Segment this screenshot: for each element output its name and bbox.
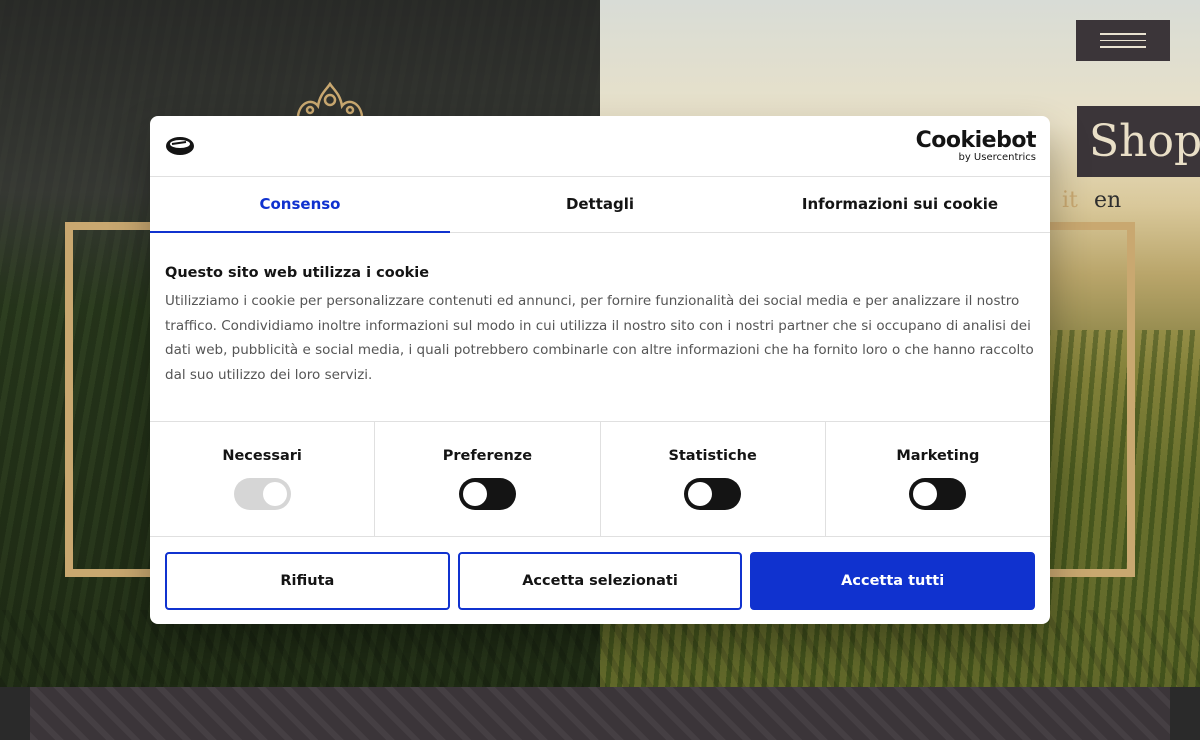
hamburger-menu-button[interactable]	[1076, 20, 1170, 61]
toggle-statistiche[interactable]	[684, 478, 742, 510]
category-necessari: Necessari	[150, 422, 376, 536]
tab-consenso[interactable]: Consenso	[150, 177, 450, 233]
dialog-buttons: Rifiuta Accetta selezionati Accetta tutt…	[150, 537, 1050, 610]
dialog-header: Cookiebot by Usercentrics	[150, 116, 1050, 177]
consent-categories: Necessari Preferenze Statistiche Marketi…	[150, 421, 1050, 537]
category-marketing: Marketing	[826, 422, 1050, 536]
accept-selected-button[interactable]: Accetta selezionati	[457, 552, 743, 610]
tab-informazioni[interactable]: Informazioni sui cookie	[750, 177, 1050, 232]
dialog-title: Questo sito web utilizza i cookie	[165, 265, 430, 281]
language-it-link[interactable]: it	[1062, 188, 1078, 213]
dialog-description: Utilizziamo i cookie per personalizzare …	[165, 293, 1034, 383]
bottom-bar	[30, 687, 1170, 740]
site-logo-icon	[166, 137, 194, 155]
hamburger-icon	[1100, 33, 1146, 35]
toggle-necessari	[233, 478, 291, 510]
accept-all-button[interactable]: Accetta tutti	[750, 552, 1036, 610]
cookiebot-logo: Cookiebot by Usercentrics	[915, 128, 1037, 163]
toggle-marketing[interactable]	[909, 478, 967, 510]
category-statistiche: Statistiche	[601, 422, 826, 536]
dialog-body: Questo sito web utilizza i cookie Utiliz…	[150, 233, 1050, 389]
language-en-link[interactable]: en	[1094, 188, 1121, 213]
crown-logo-icon	[296, 81, 364, 117]
category-preferenze: Preferenze	[375, 422, 601, 536]
shop-button[interactable]: Shop	[1077, 106, 1200, 177]
reject-button[interactable]: Rifiuta	[165, 552, 450, 610]
toggle-preferenze[interactable]	[458, 478, 516, 510]
cookie-consent-dialog: Cookiebot by Usercentrics Consenso Detta…	[150, 116, 1050, 624]
tab-dettagli[interactable]: Dettagli	[450, 177, 750, 232]
dialog-tabs: Consenso Dettagli Informazioni sui cooki…	[150, 177, 1050, 233]
